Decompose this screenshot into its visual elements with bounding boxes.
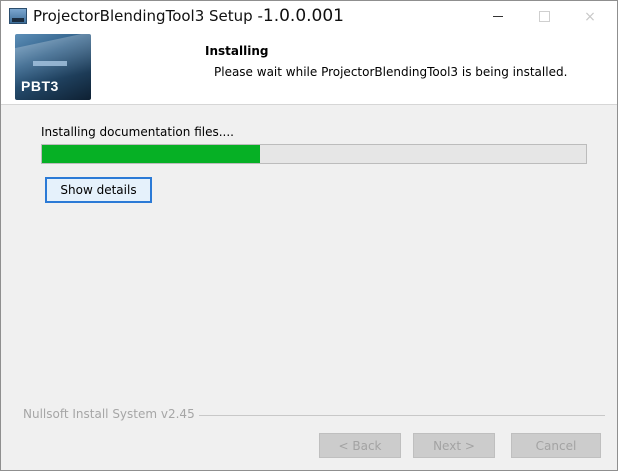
next-button[interactable]: Next >	[413, 433, 495, 458]
window-title-version: 1.0.0.001	[262, 6, 344, 26]
cancel-button[interactable]: Cancel	[511, 433, 601, 458]
window-title: ProjectorBlendingTool3 Setup -1.0.0.001	[33, 6, 344, 26]
pbt3-logo: PBT3	[15, 34, 91, 100]
close-button[interactable]: ×	[567, 1, 613, 32]
show-details-button[interactable]: Show details	[45, 177, 152, 203]
progress-bar-fill	[42, 145, 260, 163]
logo-text: PBT3	[21, 78, 59, 94]
installer-header: PBT3 Installing Please wait while Projec…	[1, 32, 617, 105]
close-icon: ×	[584, 8, 596, 25]
app-icon	[9, 8, 27, 24]
page-title: Installing	[205, 44, 269, 58]
nsis-brand-text: Nullsoft Install System v2.45	[23, 407, 199, 421]
title-bar[interactable]: ProjectorBlendingTool3 Setup -1.0.0.001 …	[1, 1, 617, 32]
back-button[interactable]: < Back	[319, 433, 401, 458]
installer-window: ProjectorBlendingTool3 Setup -1.0.0.001 …	[0, 0, 618, 471]
maximize-button[interactable]	[521, 1, 567, 32]
install-progress-bar	[41, 144, 587, 164]
logo-projector-beam	[33, 61, 67, 66]
page-subtitle: Please wait while ProjectorBlendingTool3…	[214, 65, 568, 79]
install-status-text: Installing documentation files....	[41, 125, 234, 139]
minimize-button[interactable]	[475, 1, 521, 32]
